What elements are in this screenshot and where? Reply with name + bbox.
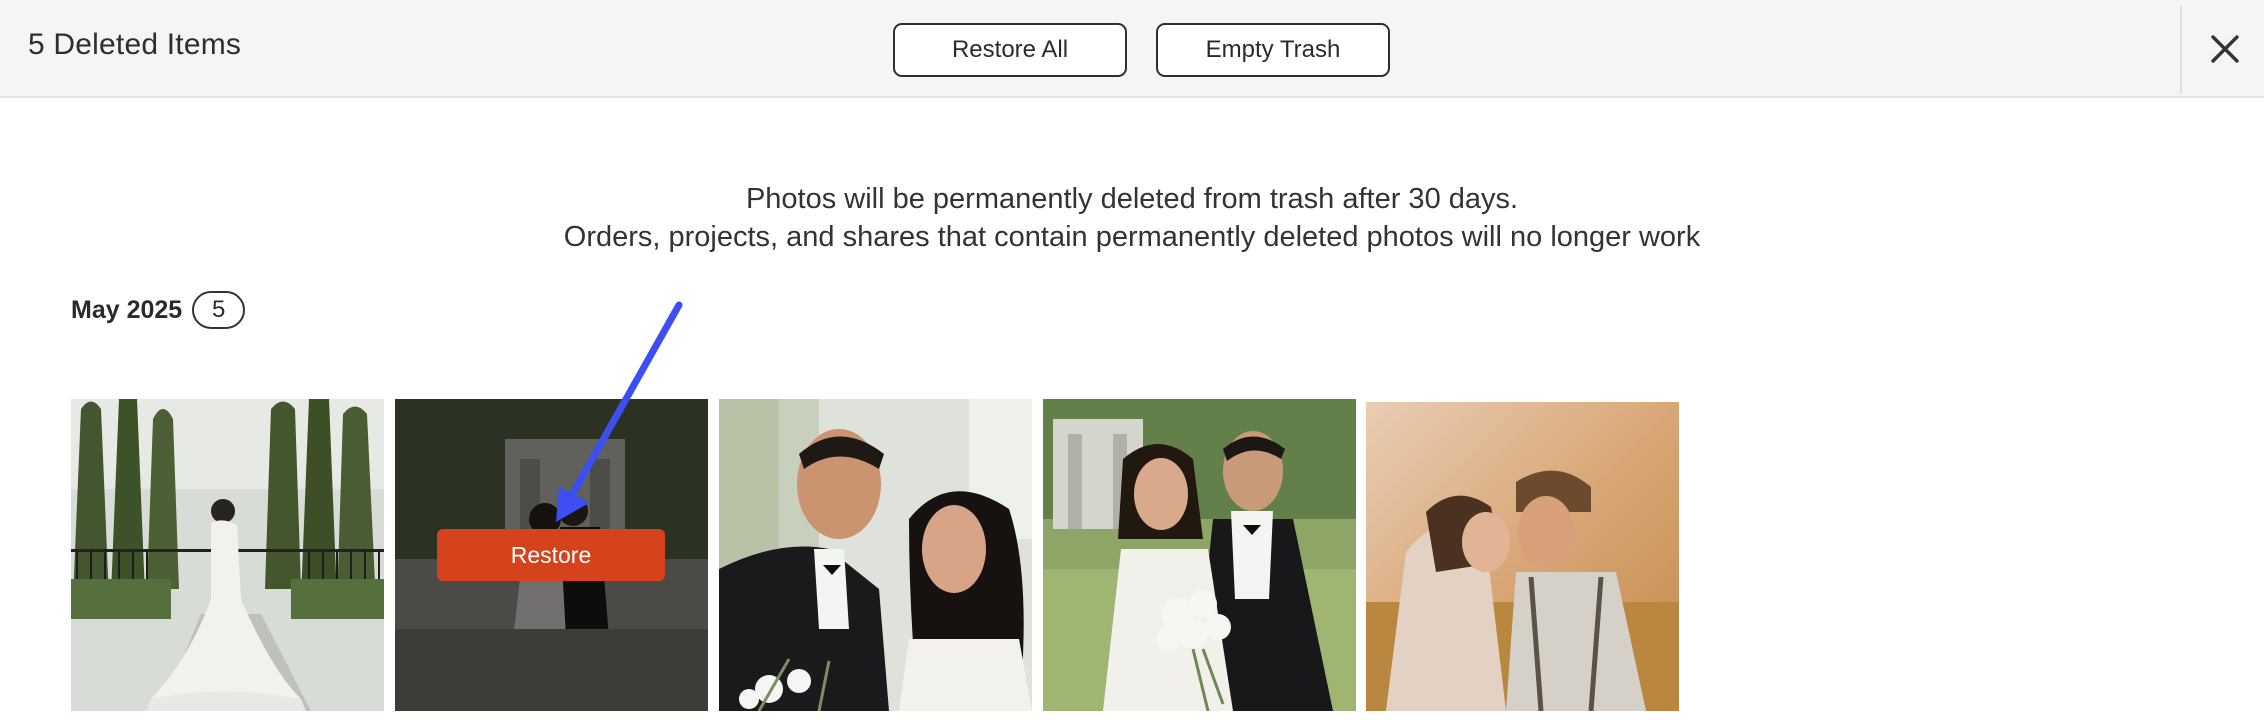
restore-all-button[interactable]: Restore All bbox=[893, 23, 1127, 77]
close-button[interactable] bbox=[2190, 14, 2260, 84]
photo-image bbox=[1366, 402, 1679, 711]
restore-photo-button[interactable]: Restore bbox=[437, 529, 665, 581]
photo-image bbox=[719, 399, 1032, 711]
group-date-label: May 2025 bbox=[71, 295, 183, 324]
photo-image bbox=[71, 399, 384, 711]
deletion-notice: Photos will be permanently deleted from … bbox=[0, 180, 2264, 256]
empty-trash-button[interactable]: Empty Trash bbox=[1156, 23, 1390, 77]
page-title: 5 Deleted Items bbox=[28, 28, 242, 61]
notice-line-1: Photos will be permanently deleted from … bbox=[745, 183, 1519, 215]
photo-thumbnail[interactable] bbox=[71, 399, 384, 711]
photo-thumbnail[interactable] bbox=[719, 399, 1032, 711]
photo-thumbnail[interactable] bbox=[1366, 402, 1679, 711]
photo-thumbnail-hovered[interactable]: Restore bbox=[395, 399, 708, 711]
group-count-badge: 5 bbox=[192, 291, 246, 329]
date-group-header: May 2025 5 bbox=[71, 290, 246, 330]
close-icon bbox=[2211, 35, 2239, 63]
photo-thumbnail[interactable] bbox=[1043, 399, 1356, 711]
notice-line-2: Orders, projects, and shares that contai… bbox=[563, 221, 1701, 253]
photo-image bbox=[1043, 399, 1356, 711]
trash-header: 5 Deleted Items Restore All Empty Trash bbox=[0, 0, 2264, 98]
header-divider bbox=[2180, 6, 2182, 94]
